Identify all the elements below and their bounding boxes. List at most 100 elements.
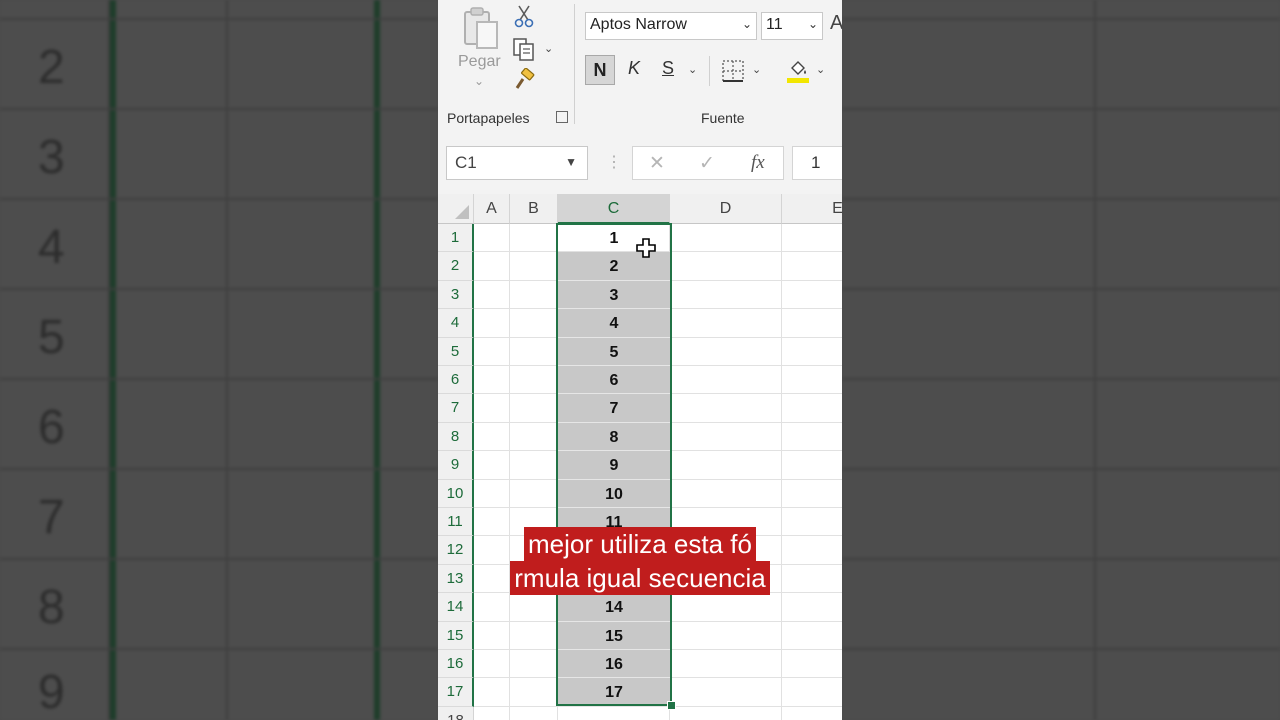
bg-row-number: 6 (38, 401, 65, 454)
copy-dropdown-chevron-icon[interactable]: ⌄ (544, 42, 553, 55)
chevron-down-icon: ▼ (565, 155, 577, 169)
formula-bar: C1 ▼ ⋮ ✕ ✓ fx 1 (438, 130, 842, 194)
bg-gridline (0, 648, 438, 650)
bg-gridline (842, 378, 1280, 380)
font-size-value: 11 (766, 16, 783, 33)
video-caption: mejor utiliza esta fó rmula igual secuen… (480, 527, 800, 595)
row-header[interactable]: 1 (438, 224, 474, 253)
row-header[interactable]: 18 (438, 706, 474, 720)
fill-handle[interactable] (667, 701, 676, 710)
cell-c17[interactable]: 17 (558, 678, 670, 707)
right-blurred-background (842, 0, 1280, 720)
row-header[interactable]: 9 (438, 451, 474, 480)
bg-row-number: 3 (38, 131, 65, 184)
insert-function-button[interactable]: fx (751, 152, 765, 174)
cell-c9[interactable]: 9 (558, 451, 670, 480)
cell-c7[interactable]: 7 (558, 394, 670, 423)
column-header-e[interactable]: E (782, 194, 842, 224)
cell-c14[interactable]: 14 (558, 593, 670, 622)
bg-row-number: 9 (38, 666, 65, 719)
borders-icon[interactable] (721, 59, 745, 83)
row-header[interactable]: 11 (438, 508, 474, 537)
gridline-vertical (509, 224, 510, 720)
row-header[interactable]: 15 (438, 621, 474, 650)
underline-dropdown-chevron-icon[interactable]: ⌄ (688, 63, 697, 76)
cell-c10[interactable]: 10 (558, 479, 670, 508)
cut-icon[interactable] (514, 4, 534, 28)
cell-c3[interactable]: 3 (558, 280, 670, 310)
row-header[interactable]: 4 (438, 309, 474, 338)
worksheet-grid[interactable]: ABCDE12345678910111213141516171812345678… (438, 194, 842, 720)
cell-c15[interactable]: 15 (558, 621, 670, 650)
bold-button[interactable]: N (585, 55, 615, 85)
clipboard-group-label: Portapapeles (447, 110, 530, 126)
bg-row-number: 7 (38, 491, 65, 544)
font-name-select[interactable]: Aptos Narrow ⌄ (585, 12, 757, 40)
bg-gridline (842, 18, 1280, 20)
bg-gridline (842, 468, 1280, 470)
row-header[interactable]: 10 (438, 479, 474, 508)
underline-button[interactable]: S (662, 58, 674, 79)
select-all-triangle-icon (455, 205, 469, 219)
chevron-down-icon: ⌄ (741, 17, 752, 31)
row-header[interactable]: 13 (438, 564, 474, 594)
caption-line-2: rmula igual secuencia (510, 561, 770, 595)
cross-cursor-icon (636, 238, 656, 260)
select-all-button[interactable] (438, 194, 474, 224)
column-header-a[interactable]: A (474, 194, 510, 224)
font-name-value: Aptos Narrow (590, 16, 687, 33)
italic-button[interactable]: K (628, 58, 640, 79)
gridline-vertical (781, 224, 782, 720)
column-header-d[interactable]: D (670, 194, 782, 224)
fill-color-icon[interactable] (786, 58, 810, 84)
formula-input[interactable]: 1 (792, 146, 842, 180)
bg-gridline (0, 198, 438, 200)
row-header[interactable]: 17 (438, 678, 474, 707)
copy-icon[interactable] (512, 37, 536, 61)
bg-gridline (0, 18, 438, 20)
row-header[interactable]: 16 (438, 650, 474, 679)
grow-font-button[interactable]: A (830, 12, 842, 35)
chevron-down-icon: ⌄ (807, 17, 818, 31)
cancel-icon[interactable]: ✕ (649, 152, 665, 175)
cell-c5[interactable]: 5 (558, 337, 670, 366)
row-header[interactable]: 12 (438, 536, 474, 565)
bg-gridline (0, 288, 438, 290)
bg-gridline (842, 558, 1280, 560)
row-header[interactable]: 5 (438, 337, 474, 366)
format-painter-icon[interactable] (512, 68, 536, 92)
fill-color-dropdown-chevron-icon[interactable]: ⌄ (816, 63, 825, 76)
borders-dropdown-chevron-icon[interactable]: ⌄ (752, 63, 761, 76)
cell-c16[interactable]: 16 (558, 650, 670, 679)
column-header-b[interactable]: B (510, 194, 558, 224)
row-header[interactable]: 3 (438, 280, 474, 310)
caption-line-1: mejor utiliza esta fó (524, 527, 756, 561)
bg-row-number: 2 (38, 41, 65, 94)
formula-bar-tools: ✕ ✓ fx (632, 146, 784, 180)
bg-gridline (0, 108, 438, 110)
clipboard-dialog-launcher-icon[interactable] (556, 111, 568, 123)
font-size-select[interactable]: 11 ⌄ (761, 12, 823, 40)
row-header[interactable]: 7 (438, 394, 474, 423)
cell-c8[interactable]: 8 (558, 422, 670, 452)
paste-icon[interactable] (462, 6, 500, 50)
cell-c4[interactable]: 4 (558, 309, 670, 338)
row-header[interactable]: 2 (438, 252, 474, 281)
row-header[interactable]: 6 (438, 366, 474, 395)
paste-button-label[interactable]: Pegar (458, 53, 501, 71)
cell-c6[interactable]: 6 (558, 366, 670, 395)
paste-dropdown-chevron-icon[interactable]: ⌄ (474, 74, 484, 88)
bg-row-number: 4 (38, 221, 65, 274)
name-box[interactable]: C1 ▼ (446, 146, 588, 180)
excel-window: Pegar ⌄ ⌄ Portapapeles Aptos Narrow ⌄ 11… (438, 0, 842, 720)
enter-icon[interactable]: ✓ (699, 152, 715, 175)
bg-row-number: 5 (38, 311, 65, 364)
formula-bar-resize-handle[interactable]: ⋮ (606, 152, 622, 172)
bg-gridline (0, 558, 438, 560)
font-group-label: Fuente (701, 110, 745, 126)
left-blurred-background: 2 3 4 5 6 7 8 9 (0, 0, 438, 720)
row-header[interactable]: 14 (438, 593, 474, 622)
column-header-c[interactable]: C (558, 194, 670, 224)
bg-row-number: 8 (38, 581, 65, 634)
row-header[interactable]: 8 (438, 422, 474, 452)
